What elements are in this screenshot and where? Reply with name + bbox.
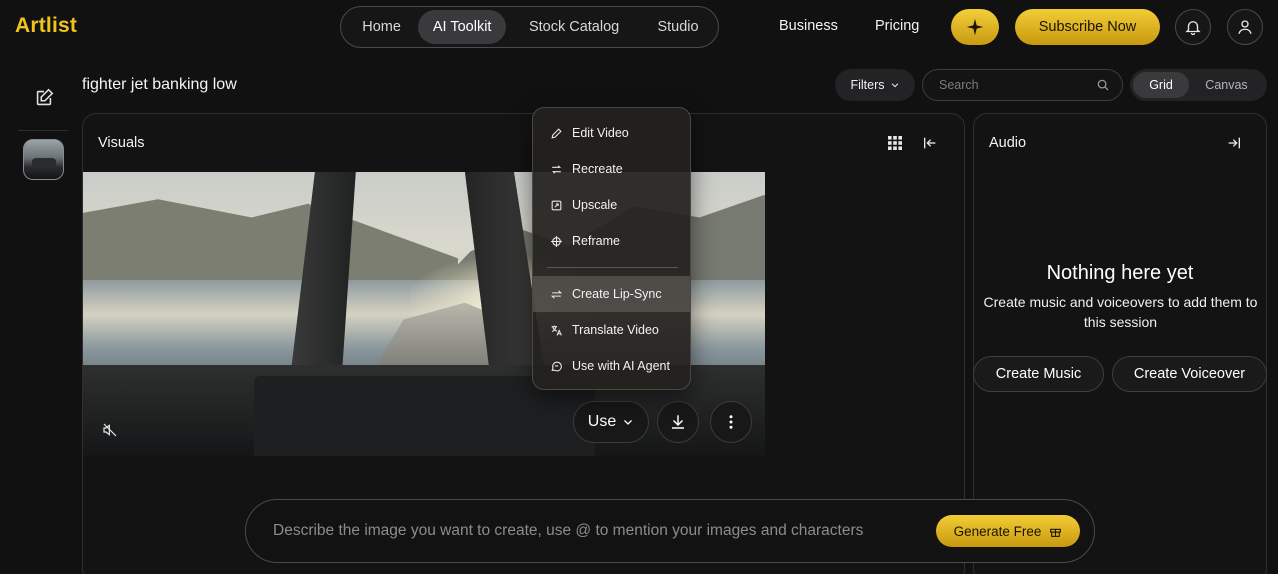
grid-icon (888, 136, 902, 150)
user-icon (1238, 20, 1252, 34)
chevron-down-icon (891, 83, 898, 88)
reframe-icon (551, 235, 562, 247)
prompt-bar: Generate Free (245, 499, 1095, 563)
menu-item-create-lip-sync[interactable]: Create Lip-Sync (533, 276, 690, 312)
nav-tab-ai-toolkit[interactable]: AI Toolkit (418, 10, 507, 44)
filters-button[interactable]: Filters (835, 69, 915, 101)
more-vertical-icon (729, 415, 733, 429)
collapse-left-button[interactable] (921, 134, 939, 152)
subscribe-now-button[interactable]: Subscribe Now (1015, 9, 1160, 45)
menu-item-label: Translate Video (572, 323, 659, 337)
menu-item-reframe[interactable]: Reframe (533, 223, 690, 259)
audio-title: Audio (989, 135, 1027, 151)
prompt-input[interactable] (273, 522, 913, 540)
audio-empty-description: Create music and voiceovers to add them … (983, 294, 1258, 330)
menu-item-use-with-ai-agent[interactable]: Use with AI Agent (533, 348, 690, 384)
view-grid-option[interactable]: Grid (1133, 72, 1189, 98)
view-toggle: Grid Canvas (1130, 69, 1267, 101)
generate-free-button[interactable]: Generate Free (936, 515, 1080, 547)
gift-icon (1050, 528, 1062, 537)
collapse-audio-button[interactable] (1225, 134, 1243, 152)
filters-label: Filters (850, 78, 885, 92)
nav-tab-stock-catalog[interactable]: Stock Catalog (506, 10, 642, 44)
pricing-link[interactable]: Pricing (875, 18, 919, 34)
visuals-title: Visuals (98, 135, 145, 151)
upscale-icon (551, 200, 562, 210)
ai-sparkle-button[interactable] (951, 9, 999, 45)
new-session-button[interactable] (33, 87, 55, 109)
menu-item-label: Create Lip-Sync (572, 287, 662, 301)
download-icon (672, 415, 684, 429)
menu-separator (547, 267, 678, 268)
profile-button[interactable] (1227, 9, 1263, 45)
notifications-button[interactable] (1175, 9, 1211, 45)
audio-empty-title: Nothing here yet (1046, 262, 1194, 284)
use-dropdown-menu: Edit Video Recreate Upscale Reframe Crea… (532, 107, 691, 390)
grid-layout-button[interactable] (886, 134, 904, 152)
menu-item-recreate[interactable]: Recreate (533, 151, 690, 187)
mute-button[interactable] (100, 420, 120, 440)
search-input[interactable] (939, 78, 1089, 92)
menu-item-translate-video[interactable]: Translate Video (533, 312, 690, 348)
use-button[interactable]: Use (573, 401, 649, 443)
main-nav: Home AI Toolkit Stock Catalog Studio (340, 6, 719, 48)
business-link[interactable]: Business (779, 18, 838, 34)
bell-icon (1185, 21, 1201, 36)
exchange-icon (550, 289, 563, 299)
menu-item-upscale[interactable]: Upscale (533, 187, 690, 223)
nav-tab-studio[interactable]: Studio (642, 10, 714, 44)
menu-item-label: Reframe (572, 234, 620, 248)
use-label: Use (587, 413, 617, 430)
view-canvas-option[interactable]: Canvas (1189, 72, 1264, 98)
menu-item-edit-video[interactable]: Edit Video (533, 115, 690, 151)
generate-label: Generate Free (953, 523, 1042, 539)
chevron-down-icon (624, 420, 633, 425)
rail-divider (18, 130, 68, 131)
swap-arrows-icon (551, 164, 562, 174)
chat-icon (551, 361, 562, 371)
more-options-button[interactable] (710, 401, 752, 443)
menu-item-label: Recreate (572, 162, 623, 176)
sparkle-icon (966, 18, 984, 36)
nav-tab-home[interactable]: Home (345, 10, 418, 44)
download-button[interactable] (657, 401, 699, 443)
session-thumbnail[interactable] (23, 139, 64, 180)
artlist-logo[interactable]: Artlist (15, 14, 77, 38)
search-box (922, 69, 1123, 101)
create-music-button[interactable]: Create Music (973, 356, 1104, 392)
pencil-icon (551, 127, 562, 139)
session-title: fighter jet banking low (82, 76, 237, 93)
collapse-left-icon (924, 137, 936, 149)
create-voiceover-button[interactable]: Create Voiceover (1112, 356, 1267, 392)
menu-item-label: Upscale (572, 198, 618, 212)
edit-square-icon (36, 88, 54, 106)
menu-item-label: Use with AI Agent (572, 359, 670, 373)
collapse-right-icon (1228, 137, 1240, 149)
speaker-muted-icon (103, 423, 117, 437)
translate-icon (551, 325, 562, 336)
search-icon[interactable] (1096, 78, 1110, 92)
menu-item-label: Edit Video (572, 126, 629, 140)
